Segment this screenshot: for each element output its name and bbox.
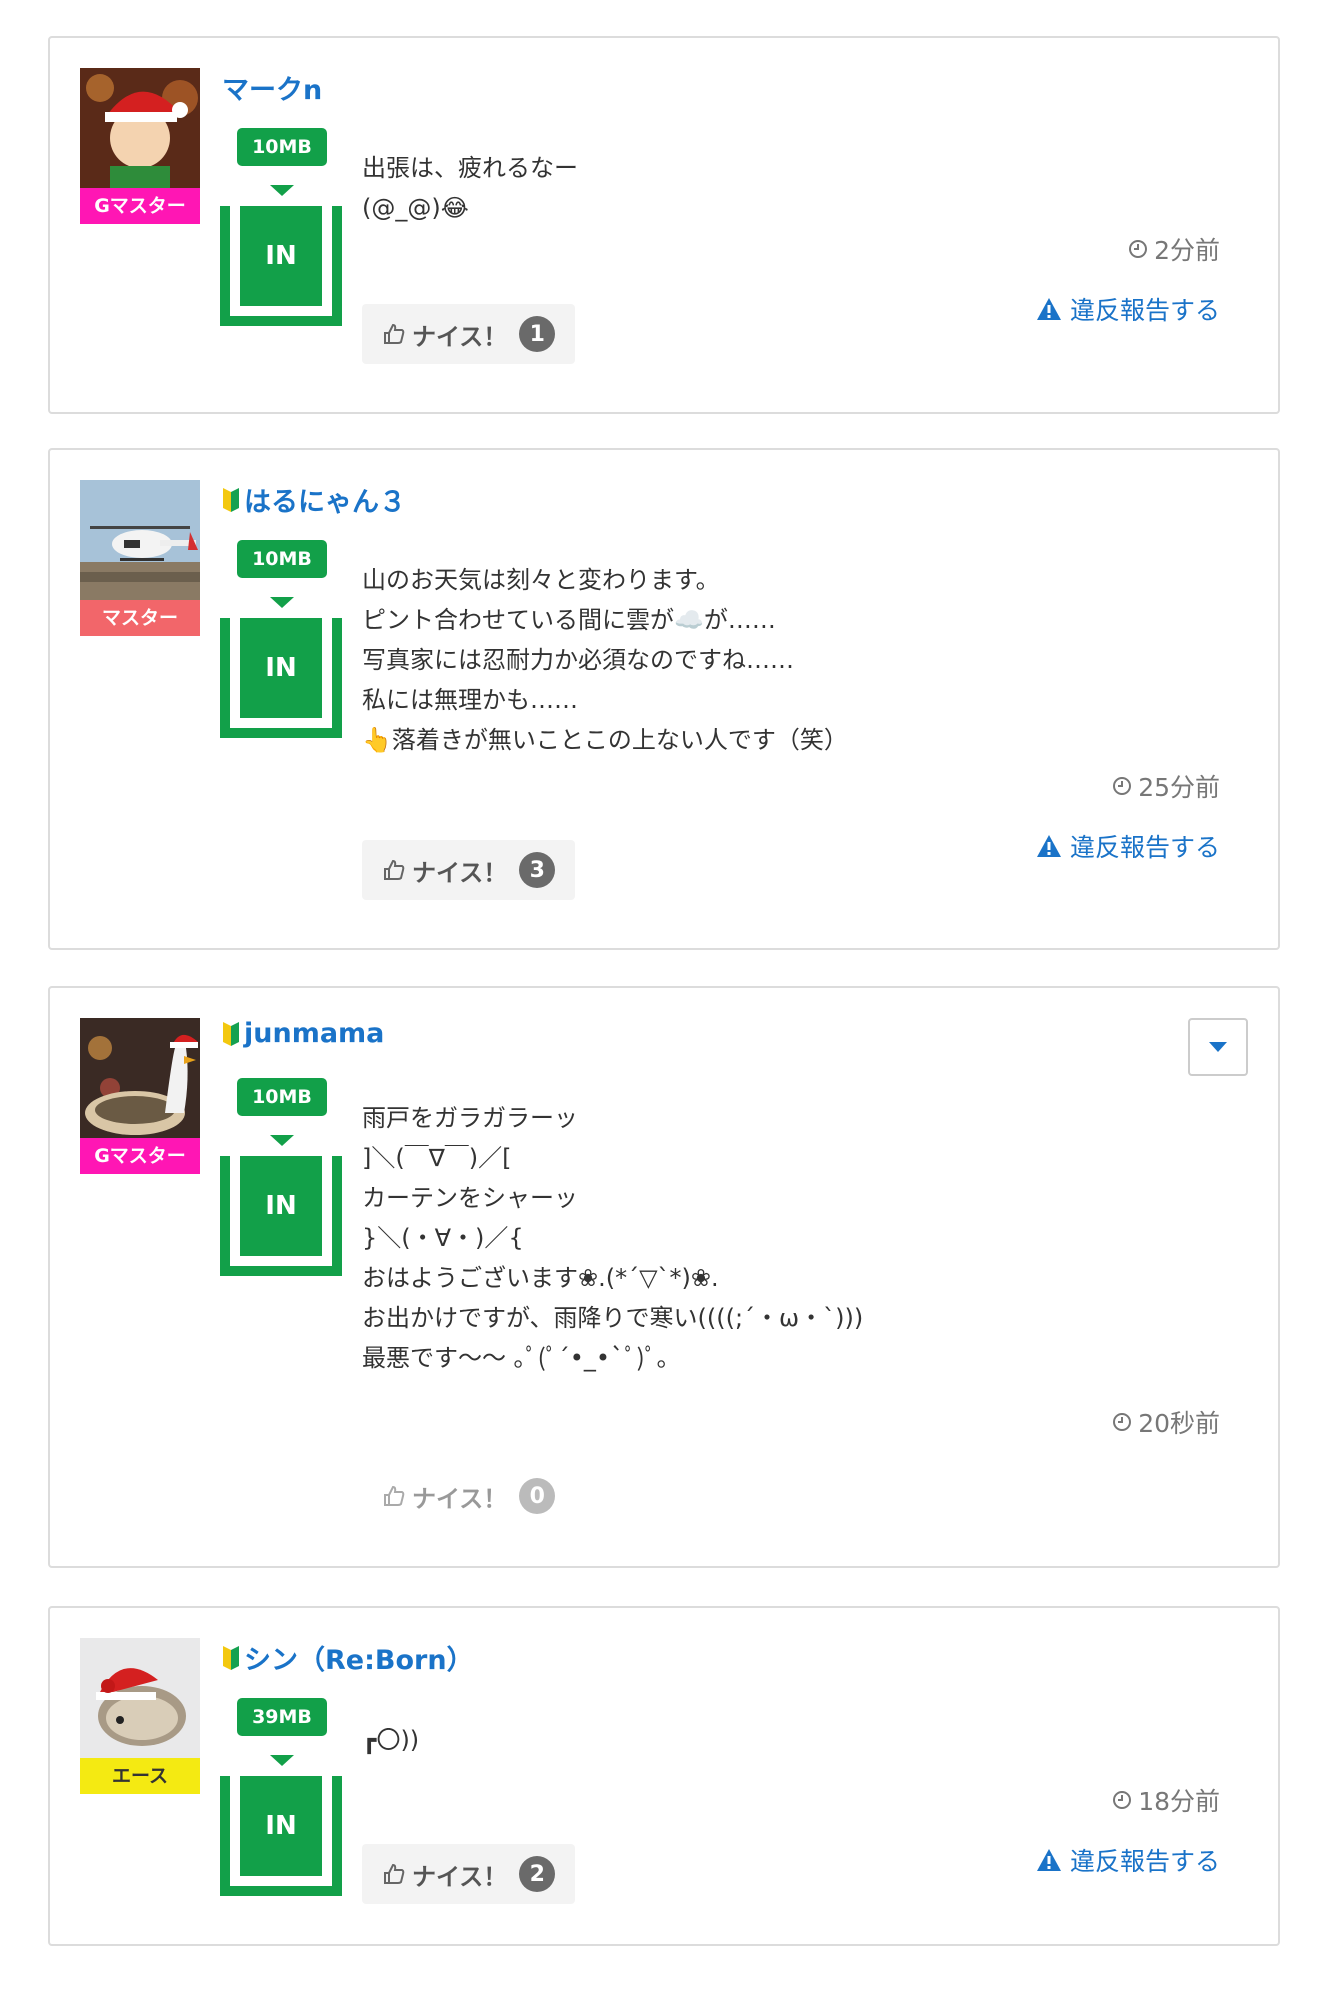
post-card: エース シン（Re:Born） 39MB IN ┏〇)) 18分前 違反報告する…	[48, 1606, 1280, 1946]
nice-count: 1	[519, 316, 556, 352]
rank-badge: Gマスター	[80, 1138, 200, 1174]
message-text: 雨戸をガラガラーッ ]＼(￣∇￣)／[ カーテンをシャーッ }＼(・∀・)／{ …	[362, 1104, 864, 1372]
avatar[interactable]	[80, 68, 200, 188]
nice-count: 2	[519, 1856, 556, 1892]
username-text[interactable]: はるにゃん３	[244, 480, 406, 519]
capacity-badge: 10MB	[237, 540, 327, 578]
capacity-badge: 10MB	[237, 1078, 327, 1116]
in-label: IN	[240, 1776, 322, 1876]
warning-icon	[1036, 1849, 1061, 1871]
arrow-down-icon	[270, 597, 294, 608]
nice-count: 3	[519, 852, 556, 888]
clock-icon	[1113, 1413, 1132, 1431]
timestamp: 25分前	[1112, 768, 1220, 804]
in-status: IN	[220, 1776, 342, 1896]
nice-button[interactable]: ナイス！ 3	[362, 840, 576, 900]
in-label: IN	[240, 618, 322, 718]
arrow-down-icon	[270, 185, 294, 196]
username-text[interactable]: シン（Re:Born）	[244, 1638, 474, 1677]
nice-button[interactable]: ナイス！ 1	[362, 304, 576, 364]
arrow-down-icon	[270, 1755, 294, 1766]
message-text: 山のお天気は刻々と変わります。 ピント合わせている間に雲が☁️が…… 写真家には…	[362, 566, 848, 754]
thumbs-up-icon	[384, 323, 405, 344]
timestamp: 18分前	[1112, 1782, 1220, 1818]
post-menu-dropdown[interactable]	[1188, 1018, 1248, 1076]
thumbs-up-icon	[384, 1485, 405, 1506]
in-status: IN	[220, 1156, 342, 1276]
timestamp: 20秒前	[1112, 1404, 1220, 1440]
username-link[interactable]: junmama	[222, 1018, 384, 1049]
in-status: IN	[220, 618, 342, 738]
nice-button[interactable]: ナイス！ 0	[362, 1466, 575, 1526]
message-text: ┏〇))	[362, 1726, 420, 1754]
capacity-badge: 39MB	[237, 1698, 327, 1736]
warning-icon	[1036, 298, 1061, 320]
in-label: IN	[240, 1156, 322, 1256]
nice-count: 0	[519, 1478, 556, 1514]
in-status: IN	[220, 206, 342, 326]
warning-icon	[1036, 835, 1061, 857]
report-link[interactable]: 違反報告する	[1036, 291, 1220, 327]
nice-button[interactable]: ナイス！ 2	[362, 1844, 576, 1904]
clock-icon	[1113, 1791, 1132, 1809]
message-text: 出張は、疲れるなー (@_@)😂	[362, 154, 578, 222]
username-link[interactable]: はるにゃん３	[222, 480, 406, 519]
beginner-mark-icon	[223, 1645, 239, 1670]
post-card: マスター はるにゃん３ 10MB IN 山のお天気は刻々と変わります。 ピント合…	[48, 448, 1280, 950]
arrow-down-icon	[270, 1135, 294, 1146]
post-card: Gマスター マークn 10MB IN 出張は、疲れるなー (@_@)😂 2分前 …	[48, 36, 1280, 414]
username-text[interactable]: junmama	[244, 1018, 384, 1049]
report-link[interactable]: 違反報告する	[1036, 828, 1220, 864]
thumbs-up-icon	[384, 1863, 405, 1884]
avatar[interactable]	[80, 1018, 200, 1138]
in-label: IN	[240, 206, 322, 306]
clock-icon	[1129, 240, 1148, 258]
username-link[interactable]: マークn	[222, 68, 322, 107]
rank-badge: エース	[80, 1758, 200, 1794]
rank-badge: Gマスター	[80, 188, 200, 224]
report-link[interactable]: 違反報告する	[1036, 1842, 1220, 1878]
avatar[interactable]	[80, 1638, 200, 1758]
timestamp: 2分前	[1128, 231, 1220, 267]
caret-down-icon	[1209, 1042, 1227, 1052]
beginner-mark-icon	[223, 487, 239, 512]
avatar[interactable]	[80, 480, 200, 600]
username-text[interactable]: マークn	[222, 68, 322, 107]
beginner-mark-icon	[223, 1021, 239, 1046]
capacity-badge: 10MB	[237, 128, 327, 166]
username-link[interactable]: シン（Re:Born）	[222, 1638, 474, 1677]
thumbs-up-icon	[384, 859, 405, 880]
rank-badge: マスター	[80, 600, 200, 636]
post-card: Gマスター junmama 10MB IN 雨戸をガラガラーッ ]＼(￣∇￣)／…	[48, 986, 1280, 1568]
clock-icon	[1113, 777, 1132, 795]
